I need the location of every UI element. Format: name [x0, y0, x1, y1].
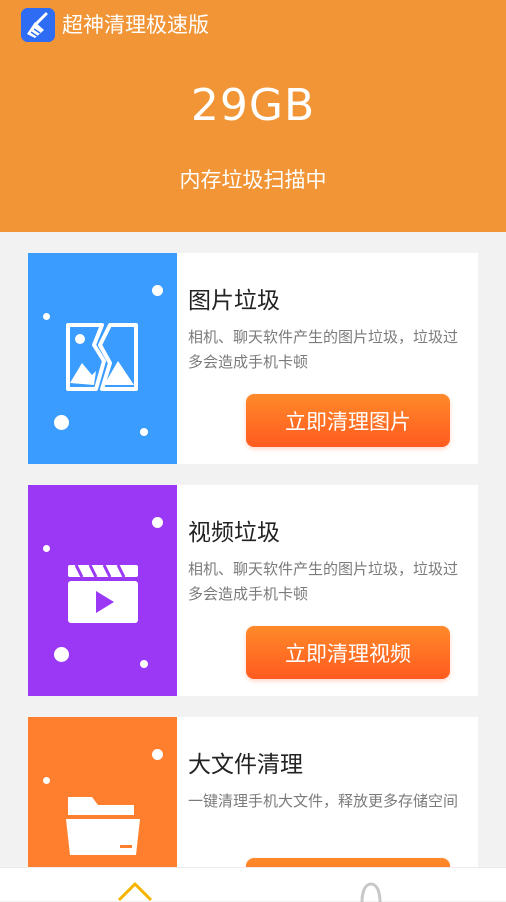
decor-dot	[140, 660, 148, 668]
clean-videos-button[interactable]: 立即清理视频	[246, 626, 450, 679]
video-icon	[68, 564, 138, 623]
card-title: 大文件清理	[188, 752, 303, 778]
folder-icon	[66, 797, 140, 855]
image-icon	[66, 323, 138, 391]
card-art	[28, 717, 177, 867]
card-description: 一键清理手机大文件，释放更多存储空间	[188, 792, 459, 810]
decor-dot	[54, 647, 69, 662]
bell-icon[interactable]	[358, 880, 384, 902]
card-description: 相机、聊天软件产生的图片垃圾，垃圾过多会造成手机卡顿	[188, 328, 459, 371]
header: 超神清理极速版 29GB 内存垃圾扫描中	[0, 0, 506, 232]
card-art	[28, 253, 177, 464]
storage-size: 29GB	[190, 80, 316, 131]
clean-images-button[interactable]: 立即清理图片	[246, 394, 450, 447]
scan-status: 内存垃圾扫描中	[179, 168, 327, 192]
decor-dot	[43, 777, 50, 784]
card-description: 相机、聊天软件产生的图片垃圾，垃圾过多会造成手机卡顿	[188, 560, 459, 603]
decor-dot	[152, 749, 163, 760]
card-title: 视频垃圾	[188, 520, 280, 546]
clean-large-files-button[interactable]	[246, 858, 450, 867]
decor-dot	[43, 313, 50, 320]
broom-icon	[21, 8, 55, 42]
decor-dot	[140, 428, 148, 436]
card-image-junk: 图片垃圾 相机、聊天软件产生的图片垃圾，垃圾过多会造成手机卡顿 立即清理图片	[28, 253, 478, 464]
card-title: 图片垃圾	[188, 288, 280, 314]
decor-dot	[152, 517, 163, 528]
decor-dot	[54, 415, 69, 430]
bottom-nav	[0, 867, 506, 902]
card-video-junk: 视频垃圾 相机、聊天软件产生的图片垃圾，垃圾过多会造成手机卡顿 立即清理视频	[28, 485, 478, 696]
decor-dot	[152, 285, 163, 296]
home-icon[interactable]	[116, 880, 154, 902]
decor-dot	[43, 545, 50, 552]
card-art	[28, 485, 177, 696]
app-title: 超神清理极速版	[62, 13, 209, 37]
card-large-files: 大文件清理 一键清理手机大文件，释放更多存储空间	[28, 717, 478, 867]
